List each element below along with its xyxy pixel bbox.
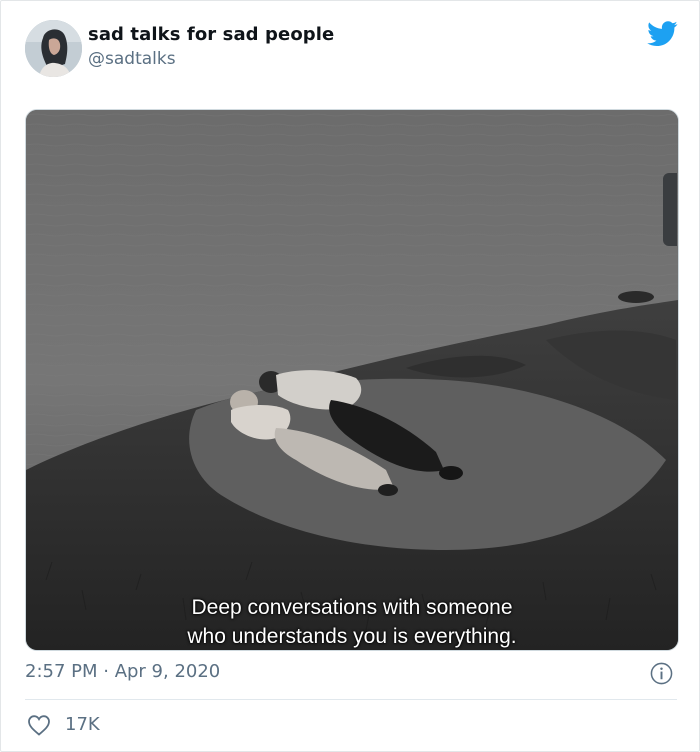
photo-image	[26, 110, 678, 650]
like-count[interactable]: 17K	[65, 714, 100, 735]
photo-caption: Deep conversations with someone who unde…	[26, 593, 678, 650]
caption-line-2: who understands you is everything.	[187, 625, 517, 648]
heart-outline-icon[interactable]	[27, 714, 51, 736]
tweet-card: sad talks for sad people @sadtalks Deep …	[0, 0, 700, 752]
side-scroll-tab[interactable]	[663, 173, 677, 246]
tweet-photo[interactable]: Deep conversations with someone who unde…	[25, 109, 679, 651]
info-icon[interactable]	[650, 662, 673, 685]
tweet-timestamp[interactable]: 2:57 PM · Apr 9, 2020	[25, 661, 220, 682]
divider	[25, 699, 677, 700]
twitter-bird-icon[interactable]	[647, 21, 678, 47]
avatar-image	[25, 20, 82, 77]
avatar[interactable]	[25, 20, 82, 77]
caption-line-1: Deep conversations with someone	[191, 596, 513, 619]
author-display-name[interactable]: sad talks for sad people	[88, 24, 334, 45]
author-handle[interactable]: @sadtalks	[88, 49, 176, 69]
